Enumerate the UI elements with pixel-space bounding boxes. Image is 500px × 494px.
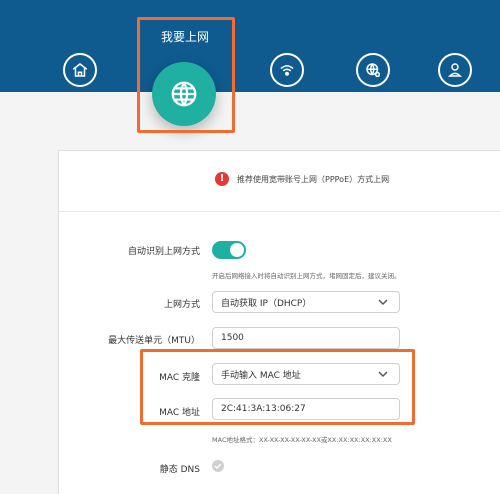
- connection-type-select[interactable]: 自动获取 IP（DHCP）: [212, 291, 400, 313]
- user-nav-button[interactable]: [438, 53, 472, 87]
- mac-clone-value: 手动输入 MAC 地址: [221, 370, 301, 381]
- mac-address-label: MAC 地址: [159, 408, 200, 418]
- advanced-settings-nav-button[interactable]: [356, 53, 390, 87]
- auto-detect-label: 自动识别上网方式: [127, 247, 200, 257]
- router-settings-page: 我要上网 ! 推荐使用宽带账号上网（PPPoE）方式上网 自动识别上网方式 开启…: [0, 0, 500, 494]
- globe-icon: [171, 81, 197, 107]
- home-nav-button[interactable]: [63, 53, 97, 87]
- user-icon: [447, 63, 463, 77]
- mac-clone-select[interactable]: 手动输入 MAC 地址: [212, 363, 400, 385]
- static-dns-checkbox[interactable]: [212, 460, 224, 472]
- wifi-icon: [280, 65, 294, 76]
- auto-detect-hint: 开启后网络接入时将自动识别上网方式，堵网固定后，建议关闭。: [212, 272, 401, 280]
- mac-format-hint: MAC地址格式：XX-XX-XX-XX-XX-XX或XX:XX:XX:XX:XX…: [212, 436, 392, 444]
- pppoe-notice: ! 推荐使用宽带账号上网（PPPoE）方式上网: [215, 172, 389, 186]
- toggle-knob: [230, 243, 244, 257]
- auto-detect-toggle[interactable]: [212, 241, 246, 259]
- chevron-down-icon: [378, 299, 388, 305]
- connection-type-value: 自动获取 IP（DHCP）: [221, 298, 312, 309]
- top-navigation-bar: 我要上网: [0, 0, 500, 92]
- mtu-value: 1500: [221, 333, 244, 343]
- mtu-input[interactable]: 1500: [212, 327, 400, 349]
- chevron-down-icon: [378, 371, 388, 377]
- mtu-label: 最大传送单元（MTU）: [108, 336, 200, 346]
- mac-address-input[interactable]: 2C:41:3A:13:06:27: [212, 398, 400, 420]
- mac-clone-label: MAC 克隆: [159, 373, 200, 383]
- globe-settings-icon: [366, 63, 381, 78]
- internet-nav-button[interactable]: [152, 62, 216, 126]
- warning-icon: !: [215, 172, 229, 186]
- divider: [58, 211, 500, 212]
- wifi-nav-button[interactable]: [270, 53, 304, 87]
- home-icon: [72, 63, 88, 77]
- nav-active-label: 我要上网: [160, 30, 209, 44]
- mac-address-value: 2C:41:3A:13:06:27: [221, 404, 306, 414]
- notice-text: 推荐使用宽带账号上网（PPPoE）方式上网: [237, 174, 390, 184]
- connection-type-label: 上网方式: [163, 300, 200, 310]
- check-icon: [214, 463, 222, 469]
- static-dns-label: 静态 DNS: [159, 465, 200, 475]
